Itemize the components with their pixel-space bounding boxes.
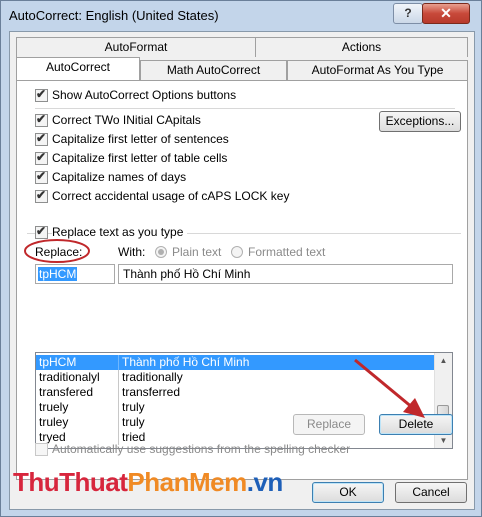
dialog-title: AutoCorrect: English (United States) (9, 8, 219, 23)
caps-lock-checkbox[interactable] (35, 188, 48, 203)
scroll-down-arrow[interactable]: ▼ (435, 433, 452, 448)
dialog-client-area: AutoFormat Actions AutoCorrect Math Auto… (9, 31, 475, 510)
tab-actions[interactable]: Actions (255, 37, 468, 57)
two-initial-caps-checkbox[interactable] (35, 112, 48, 127)
entry-to: Thành phố Hồ Chí Minh (122, 355, 250, 369)
close-button[interactable]: ✕ (422, 3, 470, 24)
cap-table-cells-checkbox[interactable] (35, 150, 48, 165)
column-divider (118, 370, 119, 385)
watermark-part2: PhanMem (127, 467, 247, 497)
formatted-text-radio[interactable] (231, 246, 243, 258)
exceptions-button[interactable]: Exceptions... (379, 111, 461, 132)
plain-text-label: Plain text (172, 245, 222, 259)
tab-autoformat[interactable]: AutoFormat (16, 37, 256, 57)
tab-math-autocorrect[interactable]: Math AutoCorrect (140, 60, 287, 80)
suggestions-label: Automatically use suggestions from the s… (52, 442, 351, 456)
cap-days-checkbox[interactable] (35, 169, 48, 184)
entry-to: traditionally (122, 370, 183, 384)
annotation-ellipse (24, 239, 90, 263)
watermark-part1: ThuThuat (13, 467, 128, 497)
column-divider (118, 385, 119, 400)
entry-to: transferred (122, 385, 181, 399)
cap-days-label: Capitalize names of days (52, 170, 187, 184)
replace-input-value: tpHCM (38, 267, 78, 281)
entry-from: truley (39, 415, 69, 429)
entry-from: traditionalyl (39, 370, 100, 384)
autocorrect-panel: Show AutoCorrect Options buttons Correct… (16, 80, 468, 480)
tab-autocorrect[interactable]: AutoCorrect (16, 57, 140, 80)
cancel-button[interactable]: Cancel (395, 482, 467, 503)
with-input[interactable]: Thành phố Hồ Chí Minh (118, 264, 453, 284)
annotation-arrow (354, 358, 425, 418)
two-initial-caps-label: Correct TWo INitial CApitals (52, 113, 201, 127)
watermark-part3: .vn (246, 467, 284, 497)
cap-sentences-checkbox[interactable] (35, 131, 48, 146)
formatted-text-label: Formatted text (248, 245, 326, 259)
separator (35, 108, 455, 109)
ok-button[interactable]: OK (312, 482, 384, 503)
entry-from: truely (39, 400, 69, 414)
tab-autoformat-as-you-type[interactable]: AutoFormat As You Type (287, 60, 468, 80)
column-divider (118, 415, 119, 430)
watermark: ThuThuatPhanMem.vn (13, 467, 283, 498)
show-buttons-label: Show AutoCorrect Options buttons (52, 88, 237, 102)
autocorrect-dialog: AutoCorrect: English (United States) ? ✕… (0, 0, 482, 517)
column-divider (118, 400, 119, 415)
cap-sentences-label: Capitalize first letter of sentences (52, 132, 229, 146)
suggestions-checkbox[interactable] (35, 443, 48, 456)
title-bar[interactable]: AutoCorrect: English (United States) ? ✕ (1, 1, 482, 31)
entry-from: transfered (39, 385, 94, 399)
entry-to: truly (122, 400, 145, 414)
cap-table-cells-label: Capitalize first letter of table cells (52, 151, 228, 165)
column-divider (118, 355, 119, 370)
with-label: With: (118, 245, 146, 259)
help-button[interactable]: ? (393, 3, 423, 24)
entry-to: truly (122, 415, 145, 429)
show-buttons-checkbox[interactable] (35, 87, 48, 102)
caps-lock-label: Correct accidental usage of cAPS LOCK ke… (52, 189, 290, 203)
entry-from: tpHCM (39, 355, 77, 369)
replace-input[interactable]: tpHCM (35, 264, 115, 284)
plain-text-radio[interactable] (155, 246, 167, 258)
